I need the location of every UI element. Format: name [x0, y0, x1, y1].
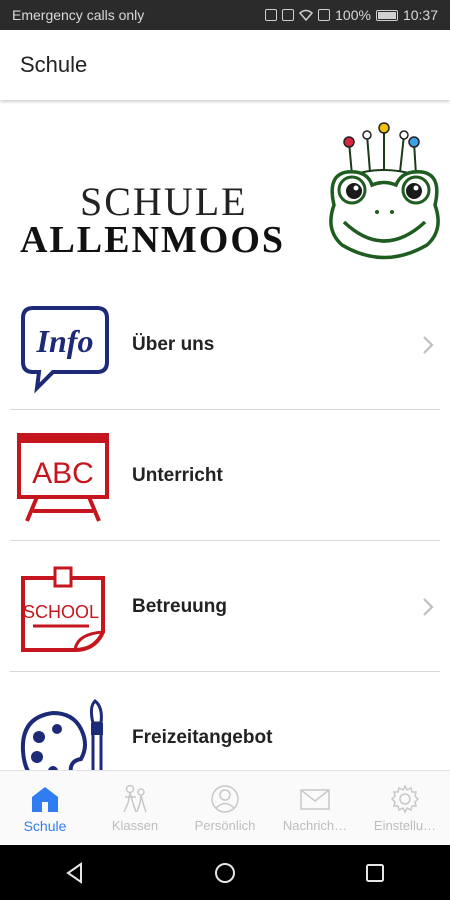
paint-palette-icon	[20, 699, 103, 770]
menu-item-label: Unterricht	[132, 465, 223, 486]
children-icon	[123, 784, 147, 813]
tab-persoenlich[interactable]: Persönlich	[180, 771, 270, 846]
menu-item-ueber-uns[interactable]: Info Über uns	[0, 280, 450, 410]
vibrate-icon	[282, 9, 295, 21]
info-speech-bubble-icon: Info	[21, 306, 109, 394]
tab-label: Persönlich	[194, 818, 256, 833]
menu-item-unterricht[interactable]: ABC Unterricht	[0, 411, 450, 541]
bottom-tab-bar: Schule Klassen Persönlich Nachrich… Eins…	[0, 770, 450, 846]
divider	[10, 671, 440, 672]
svg-text:ABC: ABC	[32, 457, 94, 490]
tab-einstellungen[interactable]: Einstellu…	[360, 771, 450, 846]
carrier-text: Emergency calls only	[12, 7, 145, 23]
gear-icon	[390, 784, 420, 814]
envelope-icon	[300, 789, 330, 810]
nfc-icon	[265, 9, 278, 21]
tab-label: Einstellu…	[373, 818, 437, 833]
chevron-right-icon	[423, 336, 434, 354]
back-icon[interactable]	[61, 859, 89, 887]
home-icon[interactable]	[211, 859, 239, 887]
tab-klassen[interactable]: Klassen	[90, 771, 180, 846]
menu-item-label: Über uns	[132, 334, 215, 355]
sim-icon	[318, 9, 331, 21]
tab-schule[interactable]: Schule	[0, 771, 90, 846]
clock: 10:37	[402, 7, 438, 23]
menu-item-label: Freizeitangebot	[132, 727, 273, 748]
tab-label: Klassen	[111, 818, 159, 833]
battery-percent: 100%	[335, 7, 371, 23]
main-content: SCHULE ALLENMOOS Info Über uns ABC Unter…	[0, 100, 450, 770]
chevron-right-icon	[423, 598, 434, 616]
person-icon	[211, 785, 239, 813]
menu-item-label: Betreuung	[132, 596, 227, 617]
abc-chalkboard-icon: ABC	[17, 433, 109, 522]
page-title: Schule	[20, 52, 88, 77]
divider	[10, 409, 440, 410]
wifi-icon	[299, 9, 314, 21]
menu-item-betreuung[interactable]: SCHOOL Betreuung	[0, 542, 450, 672]
battery-icon	[375, 9, 398, 21]
school-note-icon: SCHOOL	[21, 566, 105, 652]
divider	[10, 540, 440, 541]
frog-mascot-icon	[329, 122, 440, 260]
logo-line-2: ALLENMOOS	[20, 219, 286, 261]
svg-text:Info: Info	[36, 323, 94, 359]
app-bar: Schule	[0, 30, 450, 100]
school-banner: SCHULE ALLENMOOS	[0, 120, 450, 270]
status-bar: Emergency calls only 100% 10:37	[0, 0, 450, 30]
recents-icon[interactable]	[361, 859, 389, 887]
system-nav-bar	[0, 845, 450, 900]
status-icons: 100% 10:37	[265, 7, 438, 23]
tab-label: Nachrich…	[282, 818, 348, 833]
school-house-icon	[32, 787, 58, 812]
menu-item-freizeitangebot[interactable]: Freizeitangebot	[0, 673, 450, 770]
tab-nachrichten[interactable]: Nachrich…	[270, 771, 360, 846]
svg-text:SCHOOL: SCHOOL	[23, 602, 99, 622]
tab-label: Schule	[23, 818, 67, 834]
